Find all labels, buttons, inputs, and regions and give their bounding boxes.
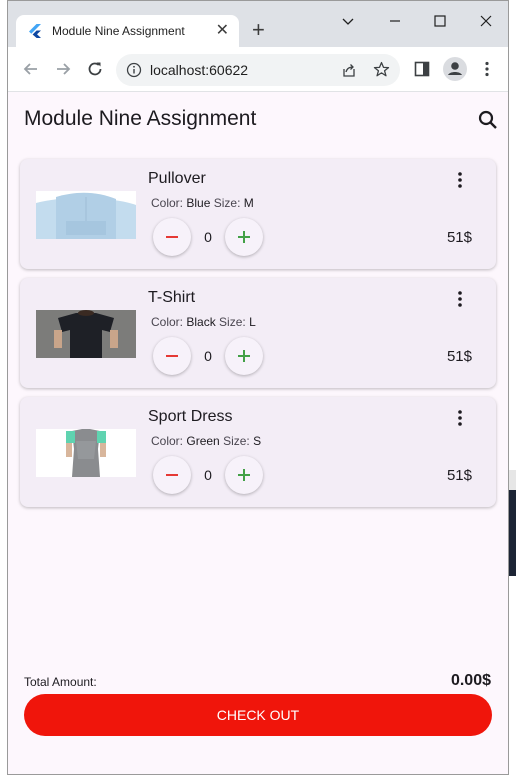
close-window-icon[interactable] bbox=[476, 11, 496, 31]
add-icon bbox=[238, 231, 250, 243]
checkout-button[interactable]: CHECK OUT bbox=[24, 694, 492, 736]
decrement-button[interactable] bbox=[153, 337, 191, 375]
browser-toolbar: localhost:60622 bbox=[8, 47, 508, 92]
info-icon[interactable] bbox=[126, 62, 142, 78]
total-value: 0.00$ bbox=[450, 672, 491, 689]
increment-button[interactable] bbox=[225, 337, 263, 375]
product-size: S bbox=[253, 434, 262, 448]
increment-button[interactable] bbox=[225, 456, 263, 494]
product-size: L bbox=[249, 315, 256, 329]
app-title: Module Nine Assignment bbox=[24, 107, 257, 130]
forward-icon[interactable] bbox=[53, 59, 73, 79]
desktop-background-dark bbox=[508, 490, 516, 576]
chevron-down-icon[interactable] bbox=[338, 11, 358, 31]
plus-icon[interactable]: + bbox=[252, 19, 265, 41]
product-name: Sport Dress bbox=[148, 408, 233, 425]
product-color: Green bbox=[186, 434, 220, 448]
product-card: Sport Dress Color: Green Size: S 0 51$ bbox=[20, 397, 496, 507]
quantity-value: 0 bbox=[204, 467, 212, 483]
increment-button[interactable] bbox=[225, 218, 263, 256]
product-price: 51$ bbox=[446, 229, 472, 246]
product-name: Pullover bbox=[148, 170, 206, 187]
decrement-button[interactable] bbox=[153, 456, 191, 494]
profile-icon[interactable] bbox=[442, 56, 468, 82]
maximize-icon[interactable] bbox=[430, 11, 450, 31]
share-icon[interactable] bbox=[341, 62, 357, 78]
product-image bbox=[36, 310, 136, 358]
product-name: T-Shirt bbox=[148, 289, 196, 306]
add-icon bbox=[238, 350, 250, 362]
size-label: Size: bbox=[213, 196, 241, 210]
star-icon[interactable] bbox=[373, 61, 390, 78]
more-vert-icon[interactable] bbox=[450, 170, 470, 190]
minus-icon bbox=[166, 355, 178, 357]
color-label: Color: bbox=[151, 315, 184, 329]
product-image bbox=[36, 191, 136, 239]
size-label: Size: bbox=[219, 315, 246, 329]
close-icon[interactable]: ✕ bbox=[216, 21, 229, 41]
tab-strip: Module Nine Assignment ✕ + bbox=[8, 1, 508, 47]
menu-icon[interactable] bbox=[477, 59, 497, 79]
color-label: Color: bbox=[151, 434, 184, 448]
browser-tab[interactable]: Module Nine Assignment ✕ bbox=[16, 15, 239, 47]
product-color: Black bbox=[186, 315, 216, 329]
address-bar[interactable]: localhost:60622 bbox=[116, 54, 400, 86]
product-attributes: Color: Green Size: S bbox=[151, 434, 261, 448]
product-attributes: Color: Black Size: L bbox=[151, 315, 256, 329]
reload-icon[interactable] bbox=[85, 59, 105, 79]
quantity-value: 0 bbox=[204, 229, 212, 245]
sidepanel-icon[interactable] bbox=[412, 59, 432, 79]
minus-icon bbox=[166, 236, 178, 238]
add-icon bbox=[238, 469, 250, 481]
decrement-button[interactable] bbox=[153, 218, 191, 256]
minus-icon bbox=[166, 474, 178, 476]
product-price: 51$ bbox=[446, 348, 472, 365]
quantity-value: 0 bbox=[204, 348, 212, 364]
more-vert-icon[interactable] bbox=[450, 289, 470, 309]
product-image bbox=[36, 429, 136, 477]
app-page: Module Nine Assignment Pullover Color: B… bbox=[8, 92, 508, 774]
minimize-icon[interactable] bbox=[385, 11, 405, 31]
product-color: Blue bbox=[186, 196, 211, 210]
more-vert-icon[interactable] bbox=[450, 408, 470, 428]
product-card: Pullover Color: Blue Size: M 0 51$ bbox=[20, 159, 496, 269]
total-label: Total Amount: bbox=[24, 675, 97, 689]
browser-window: Module Nine Assignment ✕ + localhost:606… bbox=[7, 0, 509, 775]
product-price: 51$ bbox=[446, 467, 472, 484]
search-icon[interactable] bbox=[476, 108, 500, 132]
color-label: Color: bbox=[151, 196, 184, 210]
product-attributes: Color: Blue Size: M bbox=[151, 196, 254, 210]
url-text: localhost:60622 bbox=[150, 62, 249, 78]
desktop-background bbox=[508, 470, 516, 490]
back-icon[interactable] bbox=[21, 59, 41, 79]
size-label: Size: bbox=[223, 434, 250, 448]
product-size: M bbox=[243, 196, 254, 210]
tab-title: Module Nine Assignment bbox=[52, 24, 185, 38]
product-card: T-Shirt Color: Black Size: L 0 51$ bbox=[20, 278, 496, 388]
flutter-icon bbox=[29, 24, 41, 38]
